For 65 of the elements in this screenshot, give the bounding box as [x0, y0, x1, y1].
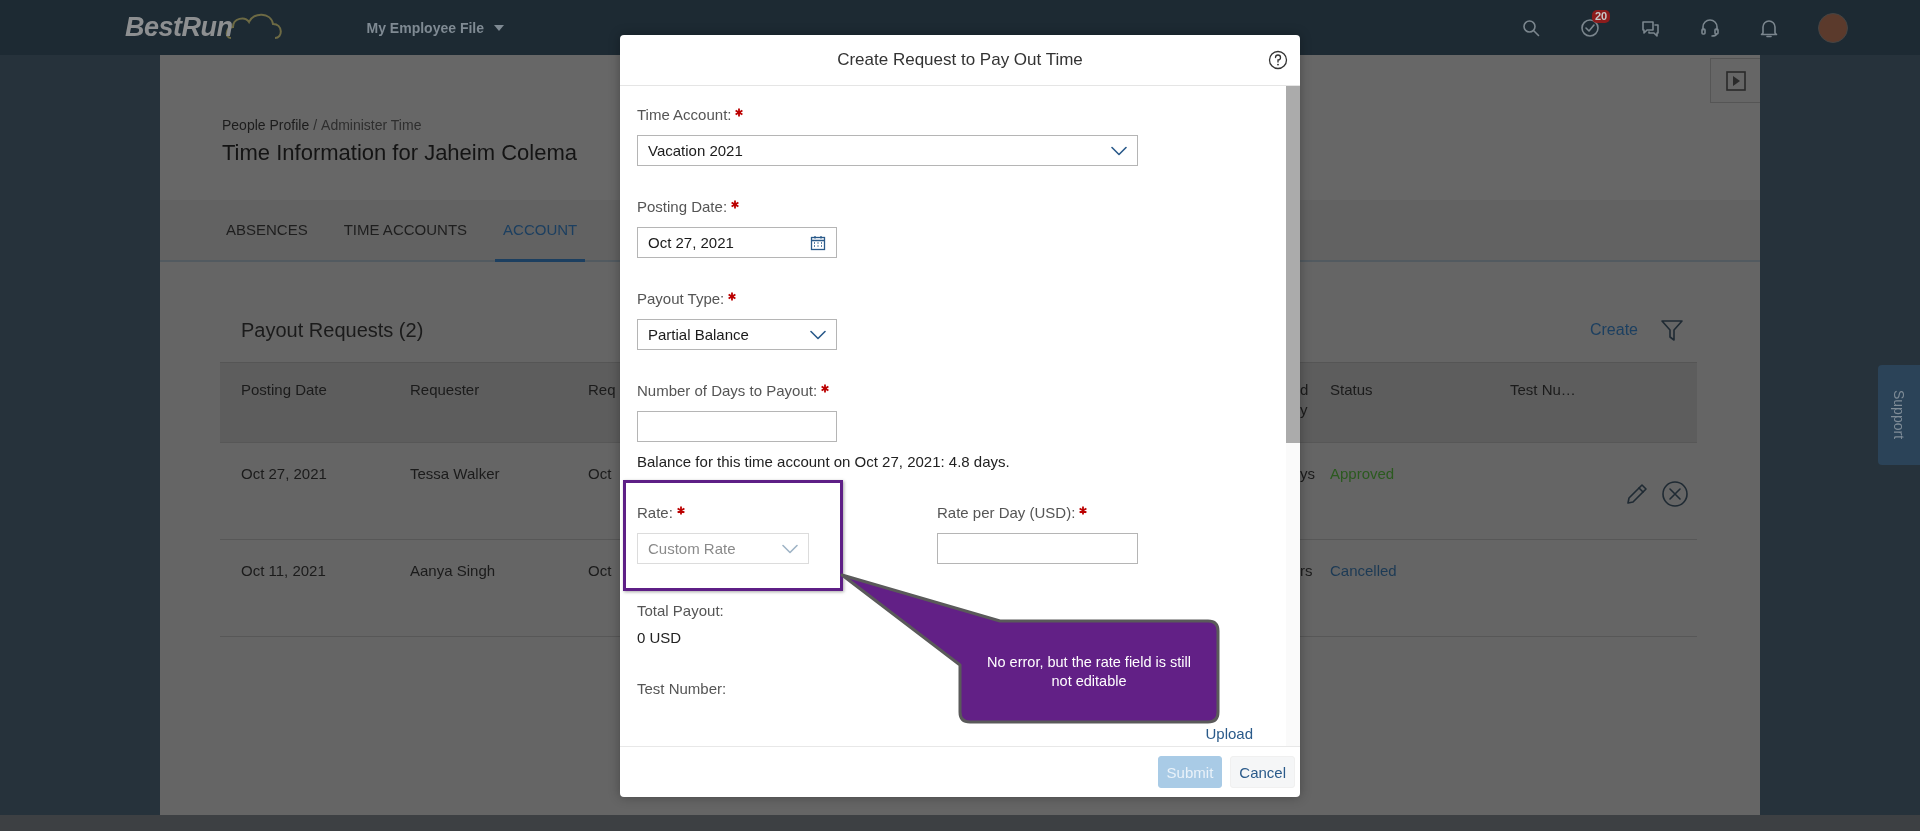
- cancel-circle-icon[interactable]: [1661, 480, 1689, 508]
- dropdown-field: Custom Rate: [637, 533, 809, 564]
- date-field[interactable]: Oct 27, 2021: [637, 227, 837, 258]
- status-text: Cancelled: [1330, 561, 1397, 581]
- dialog-title: Create Request to Pay Out Time: [837, 50, 1083, 70]
- help-icon[interactable]: [1268, 50, 1288, 70]
- field-label: Posting Date:: [637, 197, 728, 217]
- column-header: Posting Date: [241, 380, 327, 400]
- dropdown-field[interactable]: Partial Balance: [637, 319, 837, 350]
- column-header: Test Nu…: [1510, 380, 1576, 400]
- field-label: Test Number:: [637, 679, 727, 699]
- balance-note: Balance for this time account on Oct 27, 2021: 4.8 days.: [637, 452, 1011, 472]
- table-cell: Oct: [588, 561, 612, 581]
- chevron-down-icon: [782, 543, 798, 554]
- status-text: Approved: [1330, 464, 1395, 484]
- breadcrumb-separator: /: [313, 116, 318, 134]
- total-value: 0 USD: [637, 628, 683, 648]
- section-title: Payout Requests (2): [241, 319, 424, 342]
- column-header: Req: [588, 380, 616, 400]
- field-label: Time Account:: [637, 105, 732, 125]
- logo-text: BestRun: [125, 12, 233, 43]
- input-field[interactable]: [937, 533, 1138, 564]
- calendar-icon[interactable]: [810, 234, 826, 251]
- chevron-down-icon: [810, 329, 826, 340]
- table-cell: Oct: [588, 464, 612, 484]
- input-field[interactable]: [637, 411, 837, 442]
- tab[interactable]: ABSENCES: [218, 200, 316, 262]
- caret-icon: [494, 24, 504, 31]
- employee-file-menu[interactable]: My Employee File: [366, 19, 504, 36]
- column-header: d y: [1300, 380, 1310, 420]
- field-label: Total Payout:: [637, 601, 724, 621]
- cancel-button[interactable]: Cancel: [1230, 756, 1295, 788]
- field-label: Rate:: [637, 503, 673, 523]
- scrollbar[interactable]: [1286, 86, 1300, 746]
- page-title: Time Information for Jaheim Colema: [222, 139, 577, 167]
- support-tab[interactable]: Support: [1878, 365, 1920, 465]
- search-icon[interactable]: [1522, 18, 1540, 37]
- play-icon: [1725, 70, 1746, 91]
- logo[interactable]: BestRun: [125, 7, 295, 48]
- scrollbar-thumb[interactable]: [1286, 86, 1300, 443]
- table-cell: Oct 11, 2021: [241, 561, 326, 581]
- column-header: Requester: [410, 380, 480, 400]
- table-cell: ys: [1300, 464, 1315, 484]
- bell-icon[interactable]: [1760, 17, 1778, 38]
- callout-text: No error, but the rate field is still not editable: [986, 652, 1192, 691]
- table-cell: rs: [1300, 561, 1313, 581]
- notification-badge: 20: [1592, 9, 1611, 23]
- table-cell: Aanya Singh: [410, 561, 496, 581]
- dropdown-field[interactable]: Vacation 2021: [637, 135, 1138, 166]
- chevron-down-icon: [1111, 145, 1127, 156]
- headset-icon[interactable]: [1700, 17, 1720, 38]
- filter-icon[interactable]: [1660, 318, 1684, 342]
- field-label: Payout Type:: [637, 289, 725, 309]
- table-cell: Oct 27, 2021: [241, 464, 327, 484]
- field-label: Number of Days to Payout:: [637, 381, 818, 401]
- tab[interactable]: TIME ACCOUNTS: [335, 200, 476, 262]
- play-button[interactable]: [1710, 58, 1760, 103]
- upload-link[interactable]: Upload: [1205, 724, 1253, 744]
- avatar[interactable]: [1818, 12, 1848, 43]
- breadcrumb-link[interactable]: People Profile: [222, 116, 310, 134]
- breadcrumb-current: Administer Time: [321, 116, 422, 134]
- field-label: Rate per Day (USD):: [937, 503, 1076, 523]
- column-header: Status: [1330, 380, 1373, 400]
- pencil-icon[interactable]: [1625, 482, 1649, 506]
- table-cell: Tessa Walker: [410, 464, 500, 484]
